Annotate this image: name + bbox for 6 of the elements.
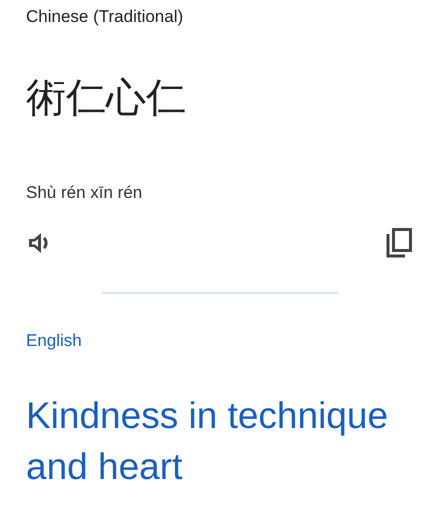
source-text: 術仁心仁 (26, 74, 186, 122)
target-language-label: English (26, 330, 82, 352)
copy-icon[interactable] (386, 228, 412, 258)
transliteration: Shù rén xīn rén (26, 182, 142, 204)
source-language-label: Chinese (Traditional) (26, 6, 184, 28)
translation-text: Kindness in technique and heart (26, 394, 390, 489)
